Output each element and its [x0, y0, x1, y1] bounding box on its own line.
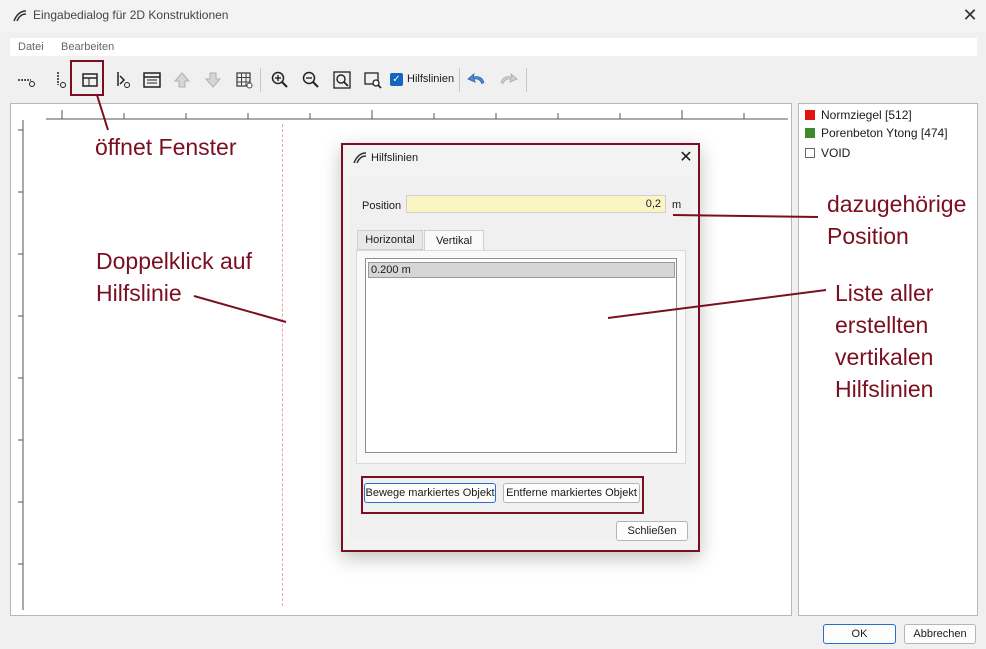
legend-item[interactable]: Porenbeton Ytong [474]: [805, 125, 948, 141]
menu-bar: [10, 38, 977, 56]
legend-label: Normziegel [512]: [821, 108, 912, 122]
zoom-out-icon[interactable]: [299, 68, 323, 92]
guides-checkbox[interactable]: ✓: [390, 73, 403, 86]
toolbar-separator: [260, 68, 261, 92]
zoom-window-icon[interactable]: [361, 68, 385, 92]
guides-checkbox-label: Hilfslinien: [407, 73, 455, 85]
annotation-double-click-line2: Hilfslinie: [96, 280, 182, 306]
annotation-list-line3: vertikalen: [835, 344, 934, 370]
legend-swatch: [805, 110, 815, 120]
annotation-position-line2: Position: [827, 223, 909, 249]
toolbar-separator: [526, 68, 527, 92]
tab-horizontal[interactable]: Horizontal: [357, 230, 423, 250]
legend-label: VOID: [821, 146, 851, 160]
zoom-in-icon[interactable]: [268, 68, 292, 92]
zoom-fit-icon[interactable]: [330, 68, 354, 92]
horizontal-line-tool-icon[interactable]: [14, 68, 38, 92]
list-window-icon[interactable]: [140, 68, 164, 92]
undo-icon[interactable]: [465, 68, 489, 92]
snap-line-tool-icon[interactable]: [110, 68, 134, 92]
window-title: Eingabedialog für 2D Konstruktionen: [33, 8, 229, 22]
app-logo-icon: [13, 10, 27, 22]
arrow-up-icon[interactable]: [170, 68, 194, 92]
position-unit: m: [672, 199, 682, 211]
dialog-title: Hilfslinien: [371, 152, 419, 164]
legend-label: Porenbeton Ytong [474]: [821, 126, 948, 140]
menu-datei[interactable]: Datei: [18, 41, 44, 53]
annotation-box-toolbar: [70, 60, 104, 96]
position-input[interactable]: 0,2: [406, 195, 666, 213]
dialog-close-icon[interactable]: ✕: [676, 148, 696, 168]
window-close-icon[interactable]: ✕: [958, 3, 982, 27]
top-ruler: [46, 110, 788, 120]
legend-swatch: [805, 148, 815, 158]
dialog-logo-icon: [353, 152, 367, 164]
annotation-double-click-line1: Doppelklick auf: [96, 248, 252, 274]
annotation-list-line2: erstellten: [835, 312, 929, 338]
position-label: Position: [362, 200, 402, 212]
list-item[interactable]: 0.200 m: [368, 262, 675, 278]
annotation-list-line4: Hilfslinien: [835, 376, 934, 402]
redo-icon[interactable]: [496, 68, 520, 92]
legend-swatch: [805, 128, 815, 138]
guide-list[interactable]: [365, 258, 677, 453]
annotation-opens-window: öffnet Fenster: [95, 134, 237, 160]
vertical-guide-line[interactable]: [282, 124, 283, 606]
dialog-close-button[interactable]: Schließen: [616, 521, 688, 541]
annotation-list-line1: Liste aller: [835, 280, 934, 306]
legend-item[interactable]: Normziegel [512]: [805, 107, 912, 123]
left-ruler: [18, 120, 24, 610]
cancel-button[interactable]: Abbrechen: [904, 624, 976, 644]
toolbar-separator: [459, 68, 460, 92]
tab-vertikal[interactable]: Vertikal: [424, 230, 484, 250]
legend-item[interactable]: VOID: [805, 145, 850, 161]
annotation-box-buttons: [361, 476, 644, 514]
ok-button[interactable]: OK: [823, 624, 896, 644]
annotation-position-line1: dazugehörige: [827, 191, 967, 217]
menu-bearbeiten[interactable]: Bearbeiten: [61, 41, 114, 53]
grid-settings-icon[interactable]: [232, 68, 256, 92]
vertical-line-tool-icon[interactable]: [48, 68, 72, 92]
arrow-down-icon[interactable]: [201, 68, 225, 92]
